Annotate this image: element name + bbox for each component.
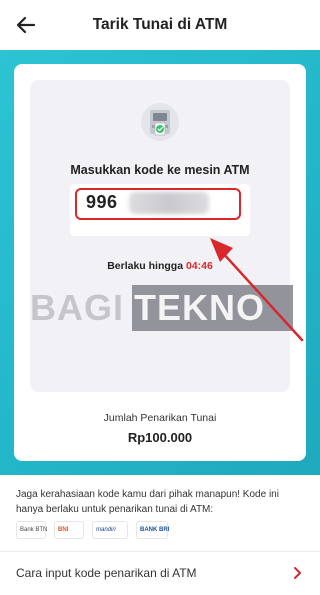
instruction-text: Masukkan kode ke mesin ATM [70, 163, 250, 177]
valid-label: Berlaku hingga [107, 260, 186, 272]
atm-guide-label: Cara input kode penarikan di ATM [16, 566, 197, 580]
annotation-arrow-icon [210, 238, 304, 342]
bank-logo-bni: BNI [54, 521, 84, 539]
page-title: Tarik Tunai di ATM [92, 16, 228, 33]
amount-label: Jumlah Penarikan Tunai [103, 412, 217, 424]
app-header: Tarik Tunai di ATM [0, 0, 320, 50]
atm-machine-icon [141, 103, 179, 141]
bank-logo-mandiri: mandiri [92, 521, 128, 539]
bank-logos: Bank BTN BNI mandiri BANK BRI [16, 521, 169, 539]
chevron-right-icon [294, 567, 301, 579]
security-notice: Jaga kerahasiaan kode kamu dari pihak ma… [16, 489, 279, 515]
atm-guide-row[interactable]: Cara input kode penarikan di ATM [0, 552, 320, 595]
arrow-left-icon[interactable] [14, 13, 38, 37]
watermark-left: BAGI [30, 287, 124, 328]
bank-logo-btn: Bank BTN [16, 521, 47, 539]
bank-logo-bri: BANK BRI [136, 521, 169, 539]
amount-value: Rp100.000 [127, 430, 193, 445]
code-highlight-outline [75, 188, 241, 220]
